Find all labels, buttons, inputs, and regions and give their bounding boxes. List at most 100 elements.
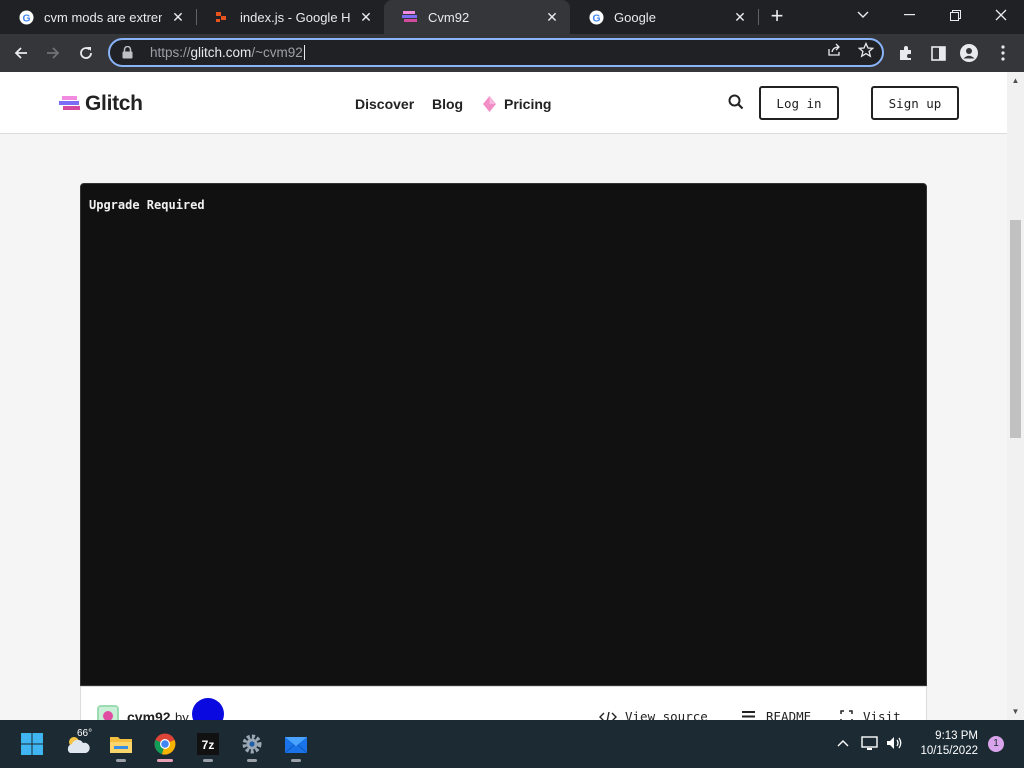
readme-button[interactable]: README bbox=[740, 709, 811, 720]
project-info-bar: cvm92 by View source README Visit bbox=[80, 686, 927, 720]
svg-text:G: G bbox=[592, 13, 600, 24]
side-panel-icon[interactable] bbox=[929, 44, 947, 62]
glitch-icon bbox=[402, 9, 418, 25]
close-icon[interactable]: ✕ bbox=[544, 9, 560, 25]
back-button[interactable] bbox=[9, 41, 33, 65]
project-by-label: by bbox=[175, 710, 189, 720]
7zip-button[interactable]: 7z bbox=[190, 726, 226, 762]
visit-label: Visit bbox=[863, 709, 901, 720]
tab-title: Cvm92 bbox=[428, 9, 470, 25]
web-page: Glitch Discover Blog Pricing Log in Sign… bbox=[0, 72, 1007, 720]
log-in-button[interactable]: Log in bbox=[759, 86, 839, 120]
sign-up-button[interactable]: Sign up bbox=[871, 86, 959, 120]
7zip-icon: 7z bbox=[197, 733, 219, 755]
folder-icon bbox=[110, 737, 132, 753]
visit-button[interactable]: Visit bbox=[837, 709, 901, 720]
start-button[interactable] bbox=[14, 726, 50, 762]
nav-discover-link[interactable]: Discover bbox=[355, 96, 414, 112]
gear-icon bbox=[242, 734, 262, 754]
tab-strip: G cvm mods are extremel ✕ index.js - Goo… bbox=[0, 0, 1024, 34]
logo-text: Glitch bbox=[85, 92, 143, 115]
nav-pricing-link[interactable]: Pricing bbox=[504, 96, 551, 112]
search-icon[interactable] bbox=[728, 94, 746, 112]
view-source-button[interactable]: View source bbox=[599, 709, 708, 720]
volume-icon[interactable] bbox=[886, 734, 904, 752]
tab-index-js[interactable]: index.js - Google Hacki ✕ bbox=[196, 0, 384, 34]
url-path: /~cvm92 bbox=[251, 44, 303, 60]
glitch-logo[interactable]: Glitch bbox=[59, 92, 143, 116]
extensions-puzzle-icon[interactable] bbox=[897, 44, 915, 62]
clock-date: 10/15/2022 bbox=[920, 745, 978, 757]
mail-icon bbox=[284, 737, 308, 754]
text-cursor bbox=[303, 45, 305, 61]
chevron-down-icon bbox=[857, 11, 869, 18]
mail-button[interactable] bbox=[278, 726, 314, 762]
svg-text:G: G bbox=[22, 13, 30, 24]
file-explorer-button[interactable] bbox=[103, 726, 139, 762]
profile-icon[interactable] bbox=[960, 44, 978, 62]
glitch-editor-icon bbox=[214, 9, 230, 25]
reload-button[interactable] bbox=[74, 41, 98, 65]
close-icon[interactable]: ✕ bbox=[358, 9, 374, 25]
scroll-down-arrow-icon[interactable]: ▼ bbox=[1011, 707, 1020, 716]
nav-blog-link[interactable]: Blog bbox=[432, 96, 463, 112]
chrome-icon bbox=[154, 733, 176, 755]
more-menu-icon[interactable] bbox=[994, 44, 1012, 62]
tab-divider bbox=[758, 9, 759, 25]
network-icon[interactable] bbox=[861, 734, 879, 752]
close-icon[interactable]: ✕ bbox=[732, 9, 748, 25]
settings-button[interactable] bbox=[234, 726, 270, 762]
expand-icon bbox=[837, 710, 855, 720]
svg-text:7z: 7z bbox=[202, 738, 215, 752]
chrome-taskbar-button[interactable] bbox=[147, 726, 183, 762]
embed-message: Upgrade Required bbox=[89, 198, 205, 212]
url-scheme: https:// bbox=[150, 44, 191, 60]
weather-temperature: 66° bbox=[77, 728, 93, 739]
project-name-link[interactable]: cvm92 bbox=[127, 709, 171, 720]
url-domain: glitch.com bbox=[190, 44, 252, 60]
project-embed-frame[interactable]: Upgrade Required bbox=[80, 183, 927, 686]
scroll-up-arrow-icon[interactable]: ▲ bbox=[1011, 76, 1020, 85]
forward-button[interactable] bbox=[41, 41, 65, 65]
code-icon bbox=[599, 710, 617, 720]
url-text[interactable]: https://glitch.com/~cvm92 bbox=[150, 45, 305, 61]
windows-taskbar: 66° 7z 9:13 PM 10/15/2022 1 bbox=[0, 720, 1024, 768]
reload-icon bbox=[80, 47, 92, 59]
tab-title: index.js - Google Hacki bbox=[240, 9, 350, 25]
bookmark-star-icon[interactable] bbox=[857, 41, 875, 59]
share-icon[interactable] bbox=[825, 41, 843, 59]
google-icon: G bbox=[588, 9, 604, 25]
address-bar[interactable]: https://glitch.com/~cvm92 bbox=[108, 38, 884, 67]
tab-google[interactable]: G Google ✕ bbox=[570, 0, 758, 34]
site-header: Glitch Discover Blog Pricing Log in Sign… bbox=[0, 72, 1007, 134]
glitch-logo-icon bbox=[59, 96, 80, 110]
restore-icon bbox=[949, 9, 961, 21]
chevron-up-icon[interactable] bbox=[834, 734, 852, 752]
new-tab-button[interactable]: + bbox=[766, 5, 788, 28]
tab-title: cvm mods are extremel bbox=[44, 9, 162, 25]
clock-time: 9:13 PM bbox=[935, 730, 978, 742]
scrollbar-thumb[interactable] bbox=[1010, 220, 1021, 438]
restore-button[interactable] bbox=[932, 0, 978, 30]
close-icon[interactable]: ✕ bbox=[170, 9, 186, 25]
system-clock[interactable]: 9:13 PM 10/15/2022 bbox=[912, 729, 978, 759]
minimize-icon bbox=[903, 14, 915, 16]
windows-logo-icon bbox=[21, 733, 43, 755]
view-source-label: View source bbox=[625, 709, 708, 720]
notification-badge[interactable]: 1 bbox=[988, 736, 1004, 752]
avatar[interactable] bbox=[192, 698, 224, 720]
list-icon bbox=[740, 710, 758, 721]
minimize-button[interactable] bbox=[886, 0, 932, 30]
close-icon bbox=[995, 9, 1007, 21]
page-scrollbar[interactable]: ▲ ▼ bbox=[1007, 72, 1024, 720]
close-window-button[interactable] bbox=[978, 0, 1024, 30]
arrow-right-icon bbox=[47, 47, 60, 59]
project-avatar[interactable] bbox=[97, 705, 119, 720]
browser-toolbar: https://glitch.com/~cvm92 bbox=[0, 34, 1024, 72]
tab-search-button[interactable] bbox=[840, 0, 886, 30]
lock-icon[interactable] bbox=[122, 46, 136, 60]
arrow-left-icon bbox=[14, 47, 27, 59]
tab-cvm92[interactable]: Cvm92 ✕ bbox=[384, 0, 570, 34]
tab-cvm-mods[interactable]: G cvm mods are extremel ✕ bbox=[0, 0, 196, 34]
tab-title: Google bbox=[614, 9, 656, 25]
